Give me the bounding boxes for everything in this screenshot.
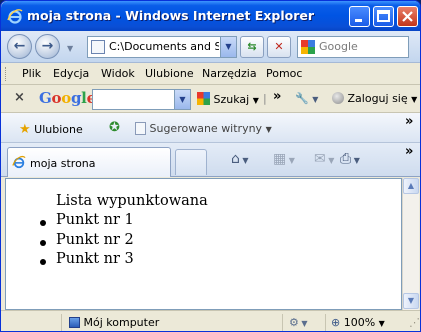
zoom-level: 100% xyxy=(343,316,376,329)
google-g-icon xyxy=(197,92,210,105)
title-bar[interactable]: moja strona - Windows Internet Explorer xyxy=(1,1,420,31)
forward-arrow-icon: → xyxy=(41,38,54,54)
tab-row: moja strona ⌂ ▼ ▦ ▼ ✉ ▼ ⎙ ▼ » xyxy=(1,143,420,177)
google-toolbar: × Google ▼ Szukaj ▼ | » 🔧 ▼ Zaloguj się … xyxy=(1,85,420,113)
window-title: moja strona - Windows Internet Explorer xyxy=(27,8,315,23)
favorites-label: Ulubione xyxy=(34,123,83,136)
suggested-sites-label: Sugerowane witryny xyxy=(149,122,263,135)
page-viewport[interactable]: Lista wypunktowana Punkt nr 1 Punkt nr 2… xyxy=(5,178,402,310)
ie-page-icon xyxy=(12,156,26,169)
google-search-input[interactable]: ▼ xyxy=(92,89,191,110)
scroll-up-button[interactable]: ▲ xyxy=(403,178,419,194)
menu-favorites[interactable]: Ulubione xyxy=(145,67,194,80)
history-dropdown-icon[interactable]: ▼ xyxy=(67,44,73,53)
status-divider xyxy=(61,314,62,331)
zoom-control[interactable]: ⊕ 100% ▼ xyxy=(331,316,385,329)
stop-icon: ✕ xyxy=(274,40,284,53)
menu-bar: Plik Edycja Widok Ulubione Narzędzia Pom… xyxy=(1,63,420,85)
page-icon xyxy=(91,40,105,54)
page-icon xyxy=(135,122,146,135)
add-to-favorites-icon[interactable]: ✪ xyxy=(109,120,120,135)
google-logo: Google xyxy=(39,89,96,107)
tab-moja-strona[interactable]: moja strona xyxy=(7,147,171,177)
status-divider xyxy=(282,314,283,331)
browser-window: moja strona - Windows Internet Explorer … xyxy=(0,0,421,332)
tab-label: moja strona xyxy=(30,157,96,170)
favorites-button[interactable]: ★ Ulubione xyxy=(19,122,83,137)
user-circle-icon xyxy=(332,92,344,104)
menu-file[interactable]: Plik xyxy=(22,67,41,80)
google-search-dropdown[interactable]: ▼ xyxy=(174,90,190,109)
bullet-list: Punkt nr 1 Punkt nr 2 Punkt nr 3 xyxy=(36,212,134,271)
computer-icon xyxy=(69,317,80,328)
address-input[interactable]: C:\Documents and Set xyxy=(109,40,219,53)
maximize-button[interactable] xyxy=(373,6,394,27)
status-bar: Mój komputer ⚙ ▼ ⊕ 100% ▼ ⋰ xyxy=(1,310,420,331)
more-chevron-icon[interactable]: » xyxy=(273,89,281,104)
protected-mode-icon[interactable]: ⚙ ▼ xyxy=(289,316,308,329)
sign-in-button[interactable]: Zaloguj się ▼ xyxy=(332,92,417,105)
status-divider xyxy=(325,314,326,331)
menu-view[interactable]: Widok xyxy=(101,67,135,80)
minimize-icon xyxy=(355,19,362,22)
refresh-button[interactable]: ⇆ xyxy=(240,36,264,58)
home-icon[interactable]: ⌂ ▼ xyxy=(231,151,249,167)
close-toolbar-icon[interactable]: × xyxy=(14,90,25,105)
new-tab-button[interactable] xyxy=(175,149,207,175)
close-icon xyxy=(402,11,413,22)
wrench-icon: 🔧 xyxy=(295,92,309,105)
more-chevron-icon[interactable]: » xyxy=(405,144,413,159)
menu-help[interactable]: Pomoc xyxy=(266,67,302,80)
minimize-button[interactable] xyxy=(349,6,370,27)
resize-grip-icon[interactable]: ⋰ xyxy=(409,316,420,329)
more-chevron-icon[interactable]: » xyxy=(405,114,413,129)
google-search-label: Szukaj xyxy=(213,93,250,106)
mail-icon[interactable]: ✉ ▼ xyxy=(314,151,334,167)
stop-button[interactable]: ✕ xyxy=(267,36,291,58)
suggested-sites-button[interactable]: Sugerowane witryny ▼ xyxy=(135,122,272,135)
google-search-button[interactable]: Szukaj ▼ xyxy=(197,92,259,106)
list-item: Punkt nr 3 xyxy=(36,251,134,271)
refresh-icon: ⇆ xyxy=(247,40,257,53)
wrench-button[interactable]: 🔧 ▼ xyxy=(295,92,318,105)
vertical-scrollbar[interactable]: ▲ ▼ xyxy=(402,178,419,310)
address-bar[interactable]: C:\Documents and Set ▼ xyxy=(87,36,237,58)
list-item: Punkt nr 1 xyxy=(36,212,134,232)
search-box[interactable]: Google xyxy=(297,36,409,58)
print-icon[interactable]: ⎙ ▼ xyxy=(340,151,360,167)
maximize-icon xyxy=(377,10,390,22)
toolbar-grip[interactable] xyxy=(5,67,8,81)
back-button[interactable]: ← xyxy=(7,34,32,59)
separator: | xyxy=(263,92,267,105)
ie-logo-icon xyxy=(7,9,23,24)
menu-edit[interactable]: Edycja xyxy=(53,67,89,80)
back-arrow-icon: ← xyxy=(13,38,26,54)
address-toolbar: ← → ▼ C:\Documents and Set ▼ ⇆ ✕ Google xyxy=(1,31,420,63)
scroll-down-button[interactable]: ▼ xyxy=(403,293,419,309)
magnifier-icon: ⊕ xyxy=(331,316,341,329)
menu-tools[interactable]: Narzędzia xyxy=(202,67,257,80)
address-dropdown-button[interactable]: ▼ xyxy=(220,37,236,57)
rss-feed-icon[interactable]: ▦ ▼ xyxy=(273,151,295,167)
search-input[interactable]: Google xyxy=(319,40,358,53)
google-search-provider-icon xyxy=(301,40,315,54)
forward-button[interactable]: → xyxy=(35,34,60,59)
star-icon: ★ xyxy=(19,122,31,137)
zone-label: Mój komputer xyxy=(83,316,160,329)
page-heading: Lista wypunktowana xyxy=(56,193,208,209)
security-zone[interactable]: Mój komputer xyxy=(69,316,159,329)
favorites-bar: ★ Ulubione ✪ Sugerowane witryny ▼ » xyxy=(1,113,420,143)
list-item: Punkt nr 2 xyxy=(36,232,134,252)
close-button[interactable] xyxy=(397,6,418,27)
sign-in-label: Zaloguj się xyxy=(347,92,408,105)
